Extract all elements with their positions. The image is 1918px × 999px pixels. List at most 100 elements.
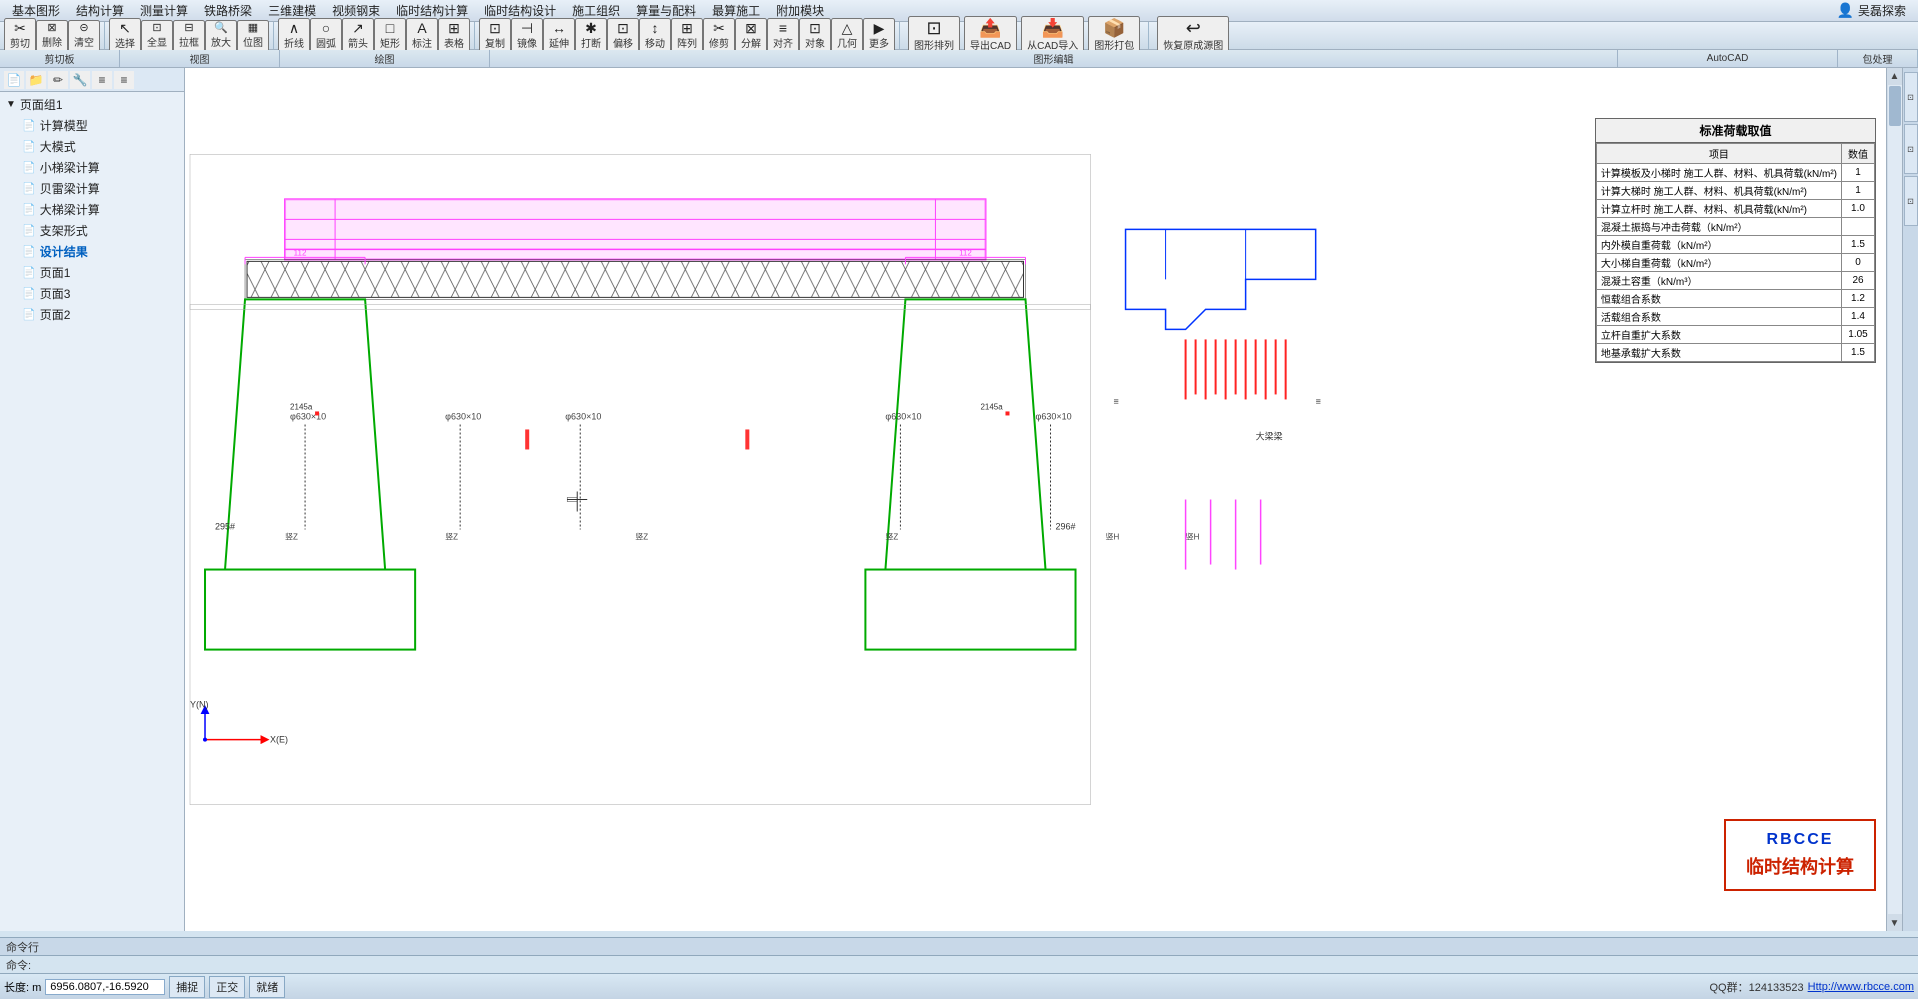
page-icon-0: 📄 [22,119,36,132]
svg-text:竖Z: 竖Z [885,533,898,542]
table-row: 混凝土振捣与冲击荷载（kN/m²） [1596,218,1874,236]
lp-open-button[interactable]: 📁 [26,71,46,89]
toolbar-group-package: ↩恢复原成源图 [1149,22,1237,49]
tree-item-big-beam[interactable]: 📄 大梯梁计算 [2,199,182,220]
page-icon-8: 📄 [22,287,36,300]
lp-list2-button[interactable]: ≡ [114,71,134,89]
table-row: 大小梯自重荷载（kN/m²） 0 [1596,254,1874,272]
snap-button[interactable]: 捕捉 [169,976,205,998]
rbcce-box: RBCCE 临时结构计算 [1724,819,1876,891]
svg-text:φ630×10: φ630×10 [1036,411,1072,421]
scroll-up-button[interactable]: ▲ [1887,68,1903,84]
svg-text:φ630×10: φ630×10 [290,411,326,421]
table-row: 混凝土容重（kN/m³） 26 [1596,272,1874,290]
tree-item-page3[interactable]: 📄 页面3 [2,283,182,304]
move-button[interactable]: ↕移动 [639,18,671,53]
ortho-button[interactable]: 正交 [209,976,245,998]
website-link[interactable]: Http://www.rbcce.com [1808,981,1914,993]
copy-button[interactable]: ⊡复制 [479,18,511,53]
command-prompt-area: 命令: [0,955,1918,973]
tree-item-support-form[interactable]: 📄 支架形式 [2,220,182,241]
tree-group-header[interactable]: ▼ 页面组1 [2,94,182,115]
svg-text:φ630×10: φ630×10 [445,411,481,421]
table-row: 恒载组合系数 1.2 [1596,290,1874,308]
tree-item-small-beam[interactable]: 📄 小梯梁计算 [2,157,182,178]
align-button[interactable]: ≡对齐 [767,18,799,53]
full-view-button[interactable]: ⊡全显 [141,20,173,52]
coord-value: 6956.0807,-16.5920 [45,979,165,995]
scroll-track [1888,85,1902,914]
arrow-button[interactable]: ↗箭头 [342,18,374,53]
trim-button[interactable]: ✂修剪 [703,18,735,53]
qq-label: QQ群：124133523 [1709,979,1803,995]
drag-button[interactable]: ⊟拉框 [173,20,205,52]
canvas-area[interactable]: 112 112 φ630×10 φ630×10 φ630×10 φ630×10 … [185,68,1886,931]
page-icon-1: 📄 [22,140,36,153]
menu-item-railway[interactable]: 铁路桥梁 [196,0,260,21]
vertical-scrollbar[interactable]: ▲ ▼ [1886,68,1902,931]
group-label-draw: 绘图 [280,50,490,67]
scroll-thumb[interactable] [1889,86,1901,126]
mini-tab-2[interactable]: ⊡ [1904,124,1918,174]
menu-item-measure[interactable]: 测量计算 [132,0,196,21]
table-row: 计算模板及小梯时 施工人群、材料、机具荷载(kN/m²) 1 [1596,164,1874,182]
command-line-label: 命令行 [6,939,39,955]
svg-text:X(E): X(E) [270,735,288,745]
group-label-package: 包处理 [1838,50,1918,67]
command-prompt-label: 命令: [6,957,31,973]
svg-text:竖H: 竖H [1106,533,1120,542]
group-label-autocad: AutoCAD [1618,50,1838,67]
mini-tab-1[interactable]: ⊡ [1904,72,1918,122]
extend-button[interactable]: ↔延伸 [543,18,575,53]
lp-edit-button[interactable]: ✏ [48,71,68,89]
page-icon-7: 📄 [22,266,36,279]
mini-tab-3[interactable]: ⊡ [1904,176,1918,226]
delete-button[interactable]: ⊠删除 [36,20,68,52]
object-button[interactable]: ⊡对象 [799,18,831,53]
polyline-button[interactable]: ∧折线 [278,18,310,53]
geometry-button[interactable]: △几何 [831,18,863,53]
zoom-in-button[interactable]: 🔍放大 [205,20,237,52]
mirror-button[interactable]: ⊣镜像 [511,18,543,53]
svg-text:≡: ≡ [1316,396,1321,406]
scroll-down-button[interactable]: ▼ [1887,915,1903,931]
lp-list1-button[interactable]: ≡ [92,71,112,89]
rect-button[interactable]: □矩形 [374,18,406,53]
lp-new-button[interactable]: 📄 [4,71,24,89]
break-button[interactable]: ✱打断 [575,18,607,53]
table-button[interactable]: ⊞表格 [438,18,470,53]
rbcce-subtitle: 临时结构计算 [1746,853,1854,879]
svg-text:竖Z: 竖Z [445,533,458,542]
select-button[interactable]: ↖选择 [109,18,141,53]
toolbar-group-draw: ∧折线 ○圆弧 ↗箭头 □矩形 A标注 ⊞表格 [274,22,475,49]
tree-item-big-mode[interactable]: 📄 大模式 [2,136,182,157]
clear-button[interactable]: ⊝清空 [68,20,100,52]
svg-text:竖Z: 竖Z [285,533,298,542]
array-button[interactable]: ⊞阵列 [671,18,703,53]
table-row: 计算大梯时 施工人群、材料、机具荷载(kN/m²) 1 [1596,182,1874,200]
svg-text:φ630×10: φ630×10 [885,411,921,421]
annotation-button[interactable]: A标注 [406,18,438,53]
cut-button[interactable]: ✂剪切 [4,18,36,53]
more-button[interactable]: ▶更多 [863,18,895,53]
tree-item-page1[interactable]: 📄 页面1 [2,262,182,283]
left-panel-toolbar: 📄 📁 ✏ 🔧 ≡ ≡ [0,68,184,92]
bitmap-button[interactable]: ▦位图 [237,20,269,52]
user-icon: 👤 [1837,2,1854,19]
circle-button[interactable]: ○圆弧 [310,18,342,53]
finish-button[interactable]: 就绪 [249,976,285,998]
table-row: 地基承载扩大系数 1.5 [1596,344,1874,362]
command-input[interactable] [35,959,335,971]
page-icon-6: 📄 [22,245,36,258]
offset-button[interactable]: ⊡偏移 [607,18,639,53]
decompose-button[interactable]: ⊠分解 [735,18,767,53]
tree-item-design-result[interactable]: 📄 设计结果 [2,241,182,262]
lp-settings-button[interactable]: 🔧 [70,71,90,89]
tree-item-page2[interactable]: 📄 页面2 [2,304,182,325]
tree-item-bailey[interactable]: 📄 贝雷梁计算 [2,178,182,199]
table-row: 立杆自重扩大系数 1.05 [1596,326,1874,344]
tree-item-calc-model[interactable]: 📄 计算模型 [2,115,182,136]
table-row: 活载组合系数 1.4 [1596,308,1874,326]
status-bar: 长度: m 6956.0807,-16.5920 捕捉 正交 就绪 QQ群：12… [0,973,1918,999]
toolbar-group-view: ↖选择 ⊡全显 ⊟拉框 🔍放大 ▦位图 [105,22,274,49]
